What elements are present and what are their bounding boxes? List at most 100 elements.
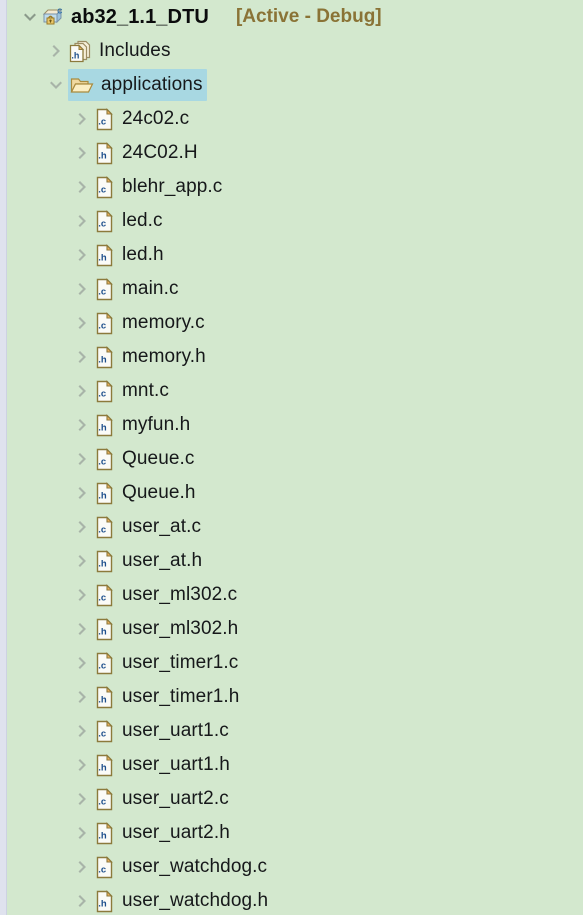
chevron-right-icon[interactable] [70, 612, 94, 646]
chevron-down-icon[interactable] [18, 0, 42, 34]
chevron-down-icon[interactable] [44, 68, 68, 102]
tree-row-blehr-app-c[interactable]: .c blehr_app.c [8, 170, 583, 204]
c-file-icon: .c [94, 311, 115, 335]
tree-row-user-watchdog-c[interactable]: .c user_watchdog.c [8, 850, 583, 884]
chevron-right-icon[interactable] [70, 850, 94, 884]
tree-item-label: 24c02.c [122, 108, 190, 129]
h-file-icon: .h [94, 753, 115, 777]
svg-text:.h: .h [98, 252, 107, 263]
tree-row-user-uart1-c[interactable]: .c user_uart1.c [8, 714, 583, 748]
chevron-right-icon[interactable] [44, 34, 68, 68]
tree-item-label: user_at.h [122, 550, 203, 571]
tree-row-memory-c[interactable]: .c memory.c [8, 306, 583, 340]
svg-text:.h: .h [98, 354, 107, 365]
chevron-right-icon[interactable] [70, 476, 94, 510]
tree-row-24c02-h[interactable]: .h 24C02.H [8, 136, 583, 170]
selected-item-highlight[interactable]: applications [68, 69, 207, 101]
tree-row-project-root[interactable]: C ab32_1.1_DTU [Active - Debug] [8, 0, 583, 34]
chevron-right-icon[interactable] [70, 816, 94, 850]
tree-item-label: user_watchdog.h [122, 890, 269, 911]
tree-row-user-at-h[interactable]: .h user_at.h [8, 544, 583, 578]
svg-text:.h: .h [98, 898, 107, 909]
tree-row-queue-h[interactable]: .h Queue.h [8, 476, 583, 510]
tree-item-label: user_watchdog.c [122, 856, 268, 877]
chevron-right-icon[interactable] [70, 136, 94, 170]
tree-row-main-c[interactable]: .c main.c [8, 272, 583, 306]
svg-text:.h: .h [98, 422, 107, 433]
tree-item-label: user_timer1.c [122, 652, 239, 673]
h-file-icon: .h [94, 141, 115, 165]
h-file-icon: .h [94, 685, 115, 709]
svg-text:.c: .c [98, 116, 106, 127]
svg-text:.h: .h [98, 694, 107, 705]
chevron-right-icon[interactable] [70, 714, 94, 748]
chevron-right-icon[interactable] [70, 646, 94, 680]
svg-text:.c: .c [98, 796, 106, 807]
c-file-icon: .c [94, 107, 115, 131]
tree-row-user-ml302-h[interactable]: .h user_ml302.h [8, 612, 583, 646]
tree-row-user-uart2-c[interactable]: .c user_uart2.c [8, 782, 583, 816]
tree-row-user-uart2-h[interactable]: .h user_uart2.h [8, 816, 583, 850]
svg-text:.h: .h [98, 626, 107, 637]
tree-row-myfun-h[interactable]: .h myfun.h [8, 408, 583, 442]
tree-row-applications[interactable]: applications [8, 68, 583, 102]
c-file-icon: .c [94, 855, 115, 879]
chevron-right-icon[interactable] [70, 442, 94, 476]
tree-row-user-at-c[interactable]: .c user_at.c [8, 510, 583, 544]
tree-item-label: 24C02.H [122, 142, 198, 163]
tree-item-label: Queue.h [122, 482, 196, 503]
tree-row-user-uart1-h[interactable]: .h user_uart1.h [8, 748, 583, 782]
chevron-right-icon[interactable] [70, 102, 94, 136]
chevron-right-icon[interactable] [70, 578, 94, 612]
svg-text:.h: .h [98, 490, 107, 501]
folder-open-icon [70, 75, 94, 95]
chevron-right-icon[interactable] [70, 306, 94, 340]
chevron-right-icon[interactable] [70, 510, 94, 544]
c-file-icon: .c [94, 719, 115, 743]
chevron-right-icon[interactable] [70, 748, 94, 782]
svg-text:.h: .h [98, 830, 107, 841]
chevron-right-icon[interactable] [70, 680, 94, 714]
project-explorer-panel: C ab32_1.1_DTU [Active - Debug] .h Includ… [0, 0, 583, 915]
tree-row-user-timer1-h[interactable]: .h user_timer1.h [8, 680, 583, 714]
svg-text:.c: .c [98, 524, 106, 535]
tree-item-label: memory.c [122, 312, 205, 333]
tree-item-label: user_uart2.h [122, 822, 230, 843]
chevron-right-icon[interactable] [70, 272, 94, 306]
tree-row-user-watchdog-h[interactable]: .h user_watchdog.h [8, 884, 583, 915]
tree-item-label: blehr_app.c [122, 176, 223, 197]
tree-row-led-h[interactable]: .h led.h [8, 238, 583, 272]
tree-item-label: user_uart1.c [122, 720, 229, 741]
tree-row-led-c[interactable]: .c led.c [8, 204, 583, 238]
tree-item-label: user_at.c [122, 516, 202, 537]
tree-item-label: led.h [122, 244, 164, 265]
c-file-icon: .c [94, 277, 115, 301]
vertical-scrollbar-track[interactable] [0, 0, 7, 915]
chevron-right-icon[interactable] [70, 340, 94, 374]
svg-text:.c: .c [98, 864, 106, 875]
chevron-right-icon[interactable] [70, 544, 94, 578]
svg-text:.c: .c [98, 320, 106, 331]
tree-item-label: Includes [99, 40, 171, 61]
chevron-right-icon[interactable] [70, 374, 94, 408]
tree-row-memory-h[interactable]: .h memory.h [8, 340, 583, 374]
c-file-icon: .c [94, 447, 115, 471]
chevron-right-icon[interactable] [70, 408, 94, 442]
tree-item-label: memory.h [122, 346, 206, 367]
chevron-right-icon[interactable] [70, 238, 94, 272]
tree-row-queue-c[interactable]: .c Queue.c [8, 442, 583, 476]
c-file-icon: .c [94, 583, 115, 607]
chevron-right-icon[interactable] [70, 884, 94, 915]
svg-text:C: C [57, 9, 62, 16]
tree-row-user-ml302-c[interactable]: .c user_ml302.c [8, 578, 583, 612]
chevron-right-icon[interactable] [70, 170, 94, 204]
h-file-icon: .h [94, 889, 115, 913]
chevron-right-icon[interactable] [70, 782, 94, 816]
svg-text:.c: .c [98, 456, 106, 467]
h-file-icon: .h [94, 821, 115, 845]
tree-row-24c02-c[interactable]: .c 24c02.c [8, 102, 583, 136]
tree-row-user-timer1-c[interactable]: .c user_timer1.c [8, 646, 583, 680]
chevron-right-icon[interactable] [70, 204, 94, 238]
tree-row-includes[interactable]: .h Includes [8, 34, 583, 68]
tree-row-mnt-c[interactable]: .c mnt.c [8, 374, 583, 408]
